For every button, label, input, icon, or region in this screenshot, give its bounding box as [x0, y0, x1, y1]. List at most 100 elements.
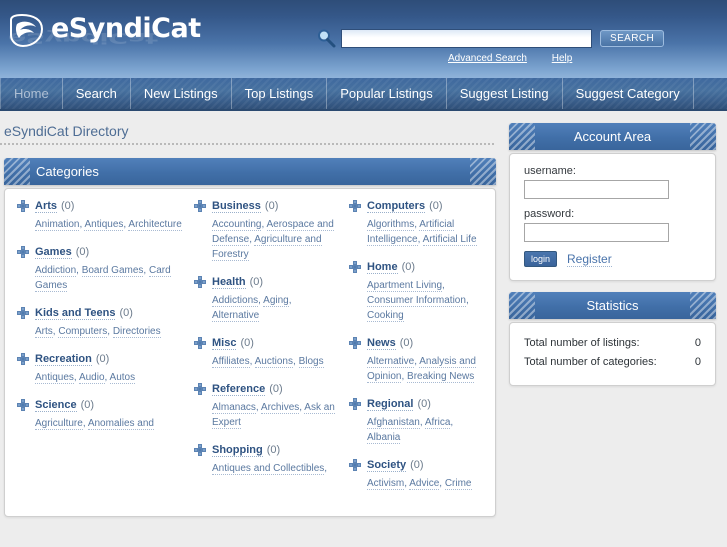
site-logo[interactable]: eSyndiCat: [8, 14, 201, 48]
subcategory-link[interactable]: Alternative: [212, 310, 260, 322]
category-link[interactable]: Business: [212, 200, 261, 213]
category-link[interactable]: Kids and Teens: [35, 307, 116, 320]
help-link[interactable]: Help: [552, 53, 573, 64]
subcategory-link[interactable]: Antiques: [35, 372, 74, 384]
sidebar: Account Area username: password: login R…: [500, 111, 727, 547]
subcategory-link[interactable]: Crime: [444, 478, 472, 490]
subcategory-link[interactable]: Breaking News: [407, 371, 475, 383]
category-link[interactable]: Health: [212, 276, 246, 289]
nav-item-suggest-listing[interactable]: Suggest Listing: [447, 78, 563, 109]
subcategory-link[interactable]: Advice: [409, 478, 440, 490]
subcategory-link[interactable]: Auctions: [254, 356, 293, 368]
subcategory-link[interactable]: Almanacs: [212, 402, 256, 414]
nav-item-popular-listings[interactable]: Popular Listings: [327, 78, 447, 109]
subcategory-link[interactable]: Audio: [78, 372, 105, 384]
category-link[interactable]: Society: [367, 459, 407, 472]
category-link[interactable]: Shopping: [212, 444, 263, 457]
category-link[interactable]: Misc: [212, 337, 237, 350]
subcategory-link[interactable]: Arts: [35, 326, 53, 338]
category-link[interactable]: Reference: [212, 383, 266, 396]
category-grid-icon: [194, 383, 207, 396]
subcategory-link[interactable]: Apartment Living: [367, 280, 443, 292]
category-link[interactable]: Games: [35, 246, 72, 259]
subcategory-link[interactable]: Board Games: [81, 265, 144, 277]
subcategory-link[interactable]: Computers: [58, 326, 108, 338]
subcategory-link[interactable]: Antiques: [84, 219, 124, 231]
categories-grid: Arts (0) Animation, Antiques, Architectur…: [5, 189, 495, 516]
login-button[interactable]: login: [524, 251, 558, 267]
category-block: Misc (0) Affiliates, Auctions, Blogs: [194, 336, 337, 369]
categories-panel: Categories Arts (0) Animation, Antiques, …: [0, 158, 500, 517]
subcategory-link[interactable]: Archives: [260, 402, 300, 414]
subcategory-link[interactable]: Activism: [367, 478, 405, 490]
category-subcategories: Accounting, Aerospace and Defense, Agric…: [212, 219, 334, 261]
category-link[interactable]: Recreation: [35, 353, 92, 366]
subcategory-link[interactable]: Afghanistan: [367, 417, 420, 429]
categories-column-2: Business (0) Accounting, Aerospace and De…: [188, 199, 343, 504]
category-subcategories: Animation, Antiques, Architecture: [35, 219, 182, 231]
subcategory-link[interactable]: Albania: [367, 432, 401, 444]
category-link[interactable]: Arts: [35, 200, 58, 213]
username-label: username:: [524, 165, 576, 177]
category-subcategories: Algorithms, Artificial Intelligence, Art…: [367, 219, 477, 246]
category-grid-icon: [17, 399, 30, 412]
subcategory-link[interactable]: Directories: [112, 326, 161, 338]
category-grid-icon: [349, 261, 362, 274]
advanced-search-link[interactable]: Advanced Search: [448, 53, 527, 64]
category-grid-icon: [194, 444, 207, 457]
register-link[interactable]: Register: [567, 252, 612, 267]
category-link[interactable]: Regional: [367, 398, 414, 411]
subcategory-link[interactable]: Architecture: [128, 219, 182, 231]
category-subcategories: Addiction, Board Games, Card Games: [35, 265, 171, 292]
subcategory-link[interactable]: Affiliates: [212, 356, 250, 368]
nav-item-top-listings[interactable]: Top Listings: [232, 78, 328, 109]
subcategory-link[interactable]: Addiction: [35, 265, 77, 277]
password-input[interactable]: [524, 223, 669, 242]
subcategory-link[interactable]: Animation: [35, 219, 80, 231]
category-link[interactable]: Home: [367, 261, 398, 274]
statistic-value: 0: [694, 356, 701, 368]
subcategory-link[interactable]: Anomalies and: [87, 418, 154, 430]
subcategory-link[interactable]: Agriculture: [35, 418, 83, 430]
category-count: (0): [429, 200, 443, 212]
nav-item-search[interactable]: Search: [63, 78, 131, 109]
nav-item-new-listings[interactable]: New Listings: [131, 78, 232, 109]
category-block: News (0) Alternative, Analysis and Opinio…: [349, 336, 483, 384]
subcategory-link[interactable]: Alternative: [367, 356, 415, 368]
category-link[interactable]: Science: [35, 399, 77, 412]
subcategory-link[interactable]: Algorithms: [367, 219, 415, 231]
subcategory-link[interactable]: Consumer Information: [367, 295, 466, 307]
statistics-panel: Statistics Total number of listings: 0 T…: [505, 292, 720, 386]
category-count: (0): [410, 459, 424, 471]
category-block: Business (0) Accounting, Aerospace and De…: [194, 199, 337, 262]
account-area-title: Account Area: [573, 129, 652, 144]
nav-item-home[interactable]: Home: [0, 78, 63, 109]
category-grid-icon: [17, 200, 30, 213]
category-link[interactable]: Computers: [367, 200, 426, 213]
category-block: Regional (0) Afghanistan, Africa, Albania: [349, 397, 483, 445]
subcategory-link[interactable]: Addictions: [212, 295, 259, 307]
title-divider: [0, 143, 494, 147]
subcategory-link[interactable]: Autos: [109, 372, 136, 384]
subcategory-link[interactable]: Africa: [424, 417, 451, 429]
category-subcategories: Activism, Advice, Crime: [367, 478, 472, 490]
subcategory-link[interactable]: Antiques and Collectibles: [212, 463, 325, 475]
category-block: Science (0) Agriculture, Anomalies and: [17, 398, 182, 431]
category-count: (0): [61, 200, 75, 212]
category-link[interactable]: News: [367, 337, 396, 350]
search-input[interactable]: [341, 28, 592, 48]
category-block: Shopping (0) Antiques and Collectibles,: [194, 443, 337, 476]
subcategory-link[interactable]: Aging: [263, 295, 289, 307]
category-count: (0): [264, 200, 279, 212]
subcategory-link[interactable]: Artificial Life: [422, 234, 477, 246]
subcategory-link[interactable]: Cooking: [367, 310, 404, 322]
search-button[interactable]: SEARCH: [600, 29, 665, 47]
nav-item-suggest-category[interactable]: Suggest Category: [563, 78, 694, 109]
statistic-row: Total number of categories: 0: [524, 353, 701, 372]
category-grid-icon: [194, 200, 207, 213]
subcategory-link[interactable]: Accounting: [212, 219, 262, 231]
subcategory-link[interactable]: Blogs: [298, 356, 324, 368]
main-navigation: Home Search New Listings Top Listings Po…: [0, 78, 727, 111]
username-input[interactable]: [524, 180, 669, 199]
password-label: password:: [524, 208, 575, 220]
